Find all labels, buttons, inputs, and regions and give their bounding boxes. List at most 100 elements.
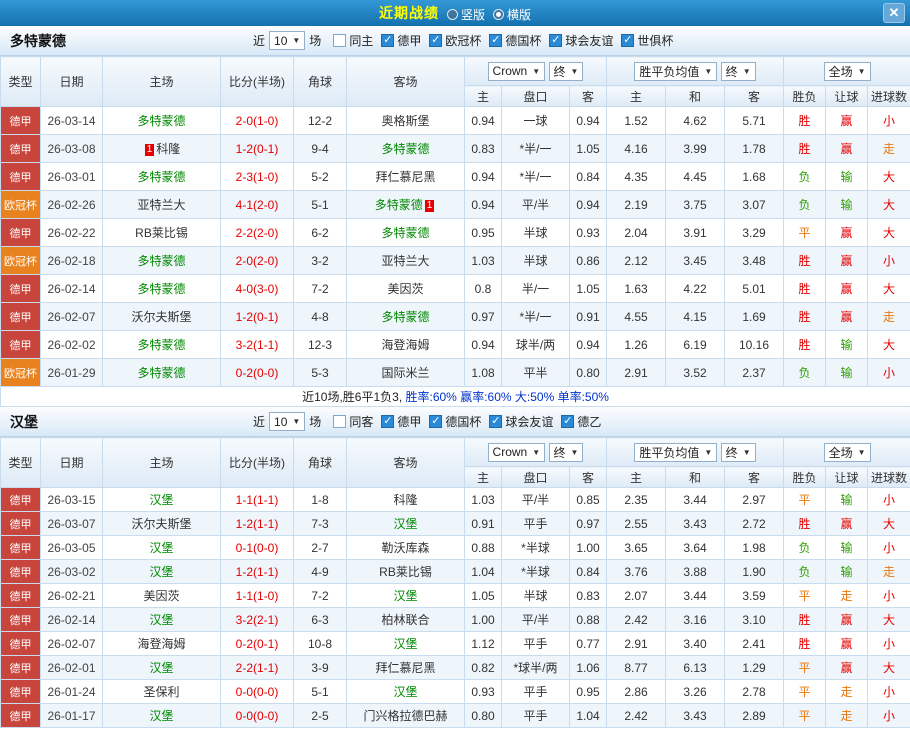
match-count-select[interactable]: 10▼	[269, 31, 305, 50]
asia-handicap: 平/半	[502, 191, 570, 219]
filter-checkbox[interactable]: ✓世俱杯	[621, 32, 673, 49]
away-team[interactable]: 拜仁慕尼黑	[347, 163, 465, 191]
subcol-outcome: 胜负	[784, 86, 826, 107]
filter-checkbox[interactable]: ✓德甲	[381, 413, 421, 430]
filter-checkbox[interactable]: 同主	[333, 32, 373, 49]
checkbox-icon[interactable]: ✓	[489, 415, 502, 428]
home-team[interactable]: 汉堡	[103, 704, 221, 728]
checkbox-icon[interactable]: ✓	[381, 34, 394, 47]
away-team[interactable]: 科隆	[347, 488, 465, 512]
close-button[interactable]: ✕	[883, 3, 905, 23]
subcol-asia-handicap: 盘口	[502, 467, 570, 488]
filter-checkbox[interactable]: ✓德国杯	[429, 413, 481, 430]
checkbox-icon[interactable]	[333, 415, 346, 428]
away-team[interactable]: 海登海姆	[347, 331, 465, 359]
europe-odds-select[interactable]: 胜平负均值▼	[634, 443, 717, 462]
layout-radio[interactable]: 横版	[493, 6, 531, 23]
home-team[interactable]: RB莱比锡	[103, 219, 221, 247]
checkbox-icon[interactable]: ✓	[429, 34, 442, 47]
checkbox-icon[interactable]: ✓	[621, 34, 634, 47]
scope-select[interactable]: 全场▼	[824, 62, 871, 81]
europe-away-odds: 3.10	[725, 608, 784, 632]
away-team[interactable]: 汉堡	[347, 632, 465, 656]
asia-final-select[interactable]: 终▼	[549, 443, 584, 462]
filter-checkbox[interactable]: 同客	[333, 413, 373, 430]
home-team[interactable]: 多特蒙德	[103, 331, 221, 359]
match-date: 26-01-29	[41, 359, 103, 387]
home-team[interactable]: 汉堡	[103, 488, 221, 512]
home-team[interactable]: 多特蒙德	[103, 275, 221, 303]
europe-final-select[interactable]: 终▼	[721, 443, 756, 462]
away-team[interactable]: RB莱比锡	[347, 560, 465, 584]
chevron-down-icon: ▼	[571, 67, 579, 76]
home-team[interactable]: 汉堡	[103, 560, 221, 584]
filter-checkbox[interactable]: ✓德乙	[561, 413, 601, 430]
europe-home-odds: 2.35	[607, 488, 666, 512]
away-team[interactable]: 多特蒙德	[347, 303, 465, 331]
away-team[interactable]: 汉堡	[347, 680, 465, 704]
checkbox-icon[interactable]: ✓	[561, 415, 574, 428]
europe-home-odds: 2.55	[607, 512, 666, 536]
red-card-badge: 1	[425, 200, 435, 212]
match-date: 26-02-21	[41, 584, 103, 608]
home-team[interactable]: 多特蒙德	[103, 359, 221, 387]
filter-checkbox[interactable]: ✓德甲	[381, 32, 421, 49]
match-count-select[interactable]: 10▼	[269, 412, 305, 431]
checkbox-icon[interactable]: ✓	[381, 415, 394, 428]
checkbox-icon[interactable]: ✓	[489, 34, 502, 47]
home-team[interactable]: 沃尔夫斯堡	[103, 303, 221, 331]
home-team[interactable]: 海登海姆	[103, 632, 221, 656]
europe-odds-select[interactable]: 胜平负均值▼	[634, 62, 717, 81]
bookmaker-select[interactable]: Crown▼	[488, 443, 546, 462]
filter-checkbox[interactable]: ✓球会友谊	[489, 413, 553, 430]
home-team[interactable]: 汉堡	[103, 608, 221, 632]
checkbox-icon[interactable]: ✓	[549, 34, 562, 47]
away-team[interactable]: 美因茨	[347, 275, 465, 303]
away-team[interactable]: 汉堡	[347, 512, 465, 536]
away-team[interactable]: 门兴格拉德巴赫	[347, 704, 465, 728]
home-team[interactable]: 多特蒙德	[103, 163, 221, 191]
away-team[interactable]: 多特蒙德	[347, 135, 465, 163]
home-team[interactable]: 沃尔夫斯堡	[103, 512, 221, 536]
asia-home-odds: 1.12	[465, 632, 502, 656]
match-score: 1-2(1-1)	[221, 560, 294, 584]
filter-checkbox[interactable]: ✓球会友谊	[549, 32, 613, 49]
home-team[interactable]: 亚特兰大	[103, 191, 221, 219]
checkbox-icon[interactable]	[333, 34, 346, 47]
away-team[interactable]: 汉堡	[347, 584, 465, 608]
away-team[interactable]: 多特蒙德	[347, 219, 465, 247]
chevron-down-icon: ▼	[743, 448, 751, 457]
home-team[interactable]: 美因茨	[103, 584, 221, 608]
away-team[interactable]: 亚特兰大	[347, 247, 465, 275]
home-team[interactable]: 1科隆	[103, 135, 221, 163]
away-team[interactable]: 勒沃库森	[347, 536, 465, 560]
corner-count: 3-2	[294, 247, 347, 275]
filter-checkbox[interactable]: ✓德国杯	[489, 32, 541, 49]
asia-home-odds: 1.05	[465, 584, 502, 608]
away-team[interactable]: 柏林联合	[347, 608, 465, 632]
asia-away-odds: 0.93	[570, 219, 607, 247]
filter-checkbox[interactable]: ✓欧冠杯	[429, 32, 481, 49]
away-team[interactable]: 奥格斯堡	[347, 107, 465, 135]
away-team[interactable]: 拜仁慕尼黑	[347, 656, 465, 680]
asia-handicap: *球半/两	[502, 656, 570, 680]
layout-radio[interactable]: 竖版	[447, 6, 485, 23]
europe-final-select[interactable]: 终▼	[721, 62, 756, 81]
home-team[interactable]: 汉堡	[103, 536, 221, 560]
home-team[interactable]: 多特蒙德	[103, 107, 221, 135]
asia-final-select[interactable]: 终▼	[549, 62, 584, 81]
scope-select[interactable]: 全场▼	[824, 443, 871, 462]
home-team[interactable]: 圣保利	[103, 680, 221, 704]
home-team[interactable]: 多特蒙德	[103, 247, 221, 275]
europe-away-odds: 3.59	[725, 584, 784, 608]
result-goals: 大	[868, 219, 910, 247]
home-team[interactable]: 汉堡	[103, 656, 221, 680]
result-handicap: 赢	[826, 247, 868, 275]
match-date: 26-03-02	[41, 560, 103, 584]
away-team[interactable]: 国际米兰	[347, 359, 465, 387]
checkbox-icon[interactable]: ✓	[429, 415, 442, 428]
away-team[interactable]: 多特蒙德1	[347, 191, 465, 219]
result-handicap: 赢	[826, 608, 868, 632]
bookmaker-select[interactable]: Crown▼	[488, 62, 546, 81]
europe-away-odds: 3.48	[725, 247, 784, 275]
